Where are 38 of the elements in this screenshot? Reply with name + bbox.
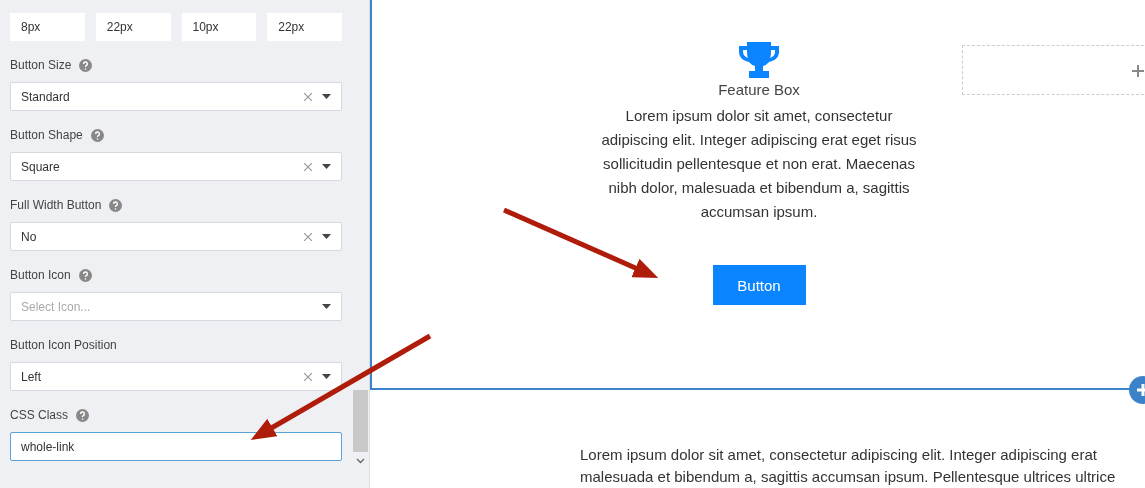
field-label: Button Icon Position [10, 338, 117, 352]
select-field[interactable]: No [10, 222, 342, 251]
help-icon[interactable] [90, 128, 104, 142]
clear-icon[interactable] [304, 92, 312, 101]
field-label: CSS Class [10, 408, 68, 422]
help-icon[interactable] [79, 58, 93, 72]
caret-icon[interactable] [322, 94, 331, 99]
select-field[interactable]: Standard [10, 82, 342, 111]
caret-icon[interactable] [322, 234, 331, 239]
scroll-down-icon[interactable] [356, 458, 365, 464]
feature-text: Lorem ipsum dolor sit amet, consectetur adipiscing elit. Integer adipiscing erat eget risus sollicitudin pellentesque et non erat. Maecenas nibh dolor, malesuada et bibendum a, sagittis accumsan ipsum. [600, 106, 918, 222]
help-icon[interactable] [109, 198, 123, 212]
help-icon[interactable] [78, 268, 92, 282]
field-label: Button Size [10, 58, 72, 72]
field-label: Full Width Button [10, 198, 102, 212]
caret-icon[interactable] [322, 164, 331, 169]
select-field[interactable]: Left [10, 362, 342, 391]
field-label: Button Shape [10, 128, 83, 142]
clear-icon[interactable] [304, 372, 312, 381]
clear-icon[interactable] [304, 162, 312, 171]
padding-input[interactable]: 8px [10, 13, 85, 41]
feature-button[interactable]: Button [712, 265, 806, 305]
trophy-icon [739, 42, 779, 78]
field-label: Button Icon [10, 268, 71, 282]
text-line: Lorem ipsum dolor sit amet, consectetur adipiscing elit. Integer adipiscing erat [580, 445, 1098, 465]
add-element-icon[interactable] [1132, 65, 1144, 77]
caret-icon[interactable] [322, 304, 331, 309]
clear-icon[interactable] [304, 232, 312, 241]
select-field[interactable]: Square [10, 152, 342, 181]
text-line: malesuada et bibendum a, sagittis accumsan ipsum. Pellentesque ultrices ultrice [580, 467, 1117, 487]
feature-title: Feature Box [718, 81, 800, 98]
caret-icon[interactable] [322, 374, 331, 379]
scrollbar-thumb[interactable] [353, 390, 368, 452]
input-field[interactable]: whole-link [10, 432, 342, 461]
help-icon[interactable] [76, 408, 89, 422]
padding-input[interactable]: 22px [95, 13, 171, 41]
padding-input[interactable]: 22px [267, 13, 342, 41]
padding-input[interactable]: 10px [181, 13, 257, 41]
